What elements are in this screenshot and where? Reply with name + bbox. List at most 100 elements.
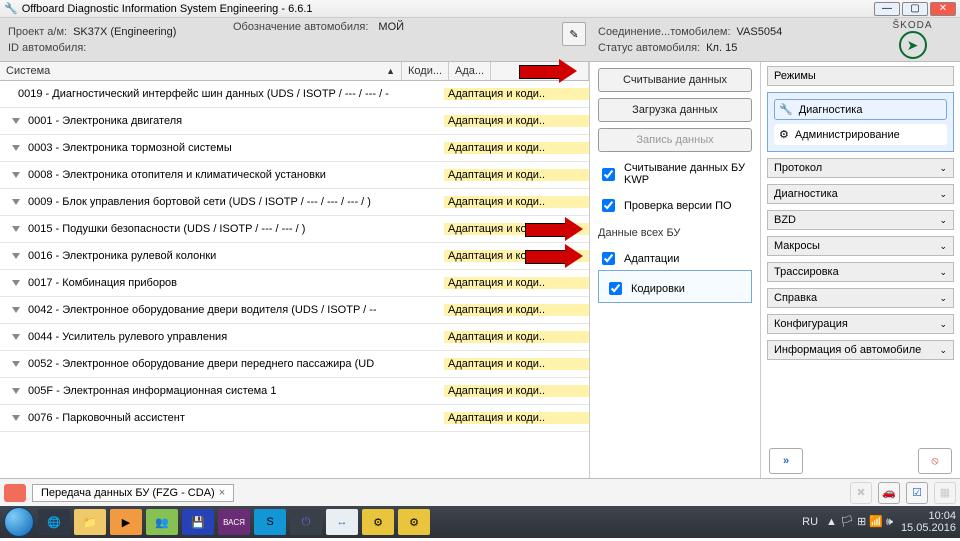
expand-icon xyxy=(12,415,20,421)
chevron-down-icon: ⌄ xyxy=(939,319,947,330)
section-vehicle-info[interactable]: Информация об автомобиле⌄ xyxy=(767,340,954,360)
section-bzd[interactable]: BZD⌄ xyxy=(767,210,954,230)
mode-diagnostics-label: Диагностика xyxy=(799,104,863,116)
stop-button[interactable]: ⦸ xyxy=(918,448,952,474)
window-minimize-button[interactable]: — xyxy=(874,2,900,16)
tray-time[interactable]: 10:04 xyxy=(928,510,956,522)
taskbar-ie[interactable]: 🌐 xyxy=(38,509,70,535)
expand-icon xyxy=(12,280,20,286)
read-data-button[interactable]: Считывание данных xyxy=(598,68,752,92)
modes-box: 🔧 Диагностика ⚙ Администрирование xyxy=(767,92,954,152)
checkbox-adaptations-input[interactable] xyxy=(602,252,615,265)
section-help[interactable]: Справка⌄ xyxy=(767,288,954,308)
table-row[interactable]: 0019 - Диагностический интерфейс шин дан… xyxy=(0,81,589,108)
table-row[interactable]: 0003 - Электроника тормозной системыАдап… xyxy=(0,135,589,162)
col-coding-header[interactable]: Коди... xyxy=(402,62,449,80)
table-row[interactable]: 0017 - Комбинация приборовАдаптация и ко… xyxy=(0,270,589,297)
section-protocol-label: Протокол xyxy=(774,162,822,174)
checkbox-version-label: Проверка версии ПО xyxy=(624,200,732,212)
vehicle-status-value: Кл. 15 xyxy=(706,42,737,54)
taskbar-vasya[interactable]: ВАСЯ xyxy=(218,509,250,535)
next-button[interactable]: » xyxy=(769,448,803,474)
expand-icon xyxy=(12,253,20,259)
table-row[interactable]: 0044 - Усилитель рулевого управленияАдап… xyxy=(0,324,589,351)
taskbar-media[interactable]: ▶ xyxy=(110,509,142,535)
mode-admin[interactable]: ⚙ Администрирование xyxy=(774,124,947,145)
system-cell: 0044 - Усилитель рулевого управления xyxy=(0,331,402,343)
section-macros[interactable]: Макросы⌄ xyxy=(767,236,954,256)
section-protocol[interactable]: Протокол⌄ xyxy=(767,158,954,178)
stop-icon: ⦸ xyxy=(931,455,938,468)
connection-value: VAS5054 xyxy=(737,26,783,38)
header-panel: Проект а/м: SK37X (Engineering) ID автомо… xyxy=(0,18,960,62)
table-row[interactable]: 0009 - Блок управления бортовой сети (UD… xyxy=(0,189,589,216)
tray-flag-icon[interactable]: ▲ 🏳 ⊞ 📶 🕪 xyxy=(826,515,893,529)
car-diag-icon-button[interactable]: 🚗 xyxy=(878,482,900,504)
table-row[interactable]: 0052 - Электронное оборудование двери пе… xyxy=(0,351,589,378)
checkbox-kwp-input[interactable] xyxy=(602,168,615,181)
taskbar-skype[interactable]: S xyxy=(254,509,286,535)
chevron-down-icon: ⌄ xyxy=(939,267,947,278)
table-row[interactable]: 0076 - Парковочный ассистентАдаптация и … xyxy=(0,405,589,432)
section-diagnostics[interactable]: Диагностика ⌄ xyxy=(767,184,954,204)
taskbar-explorer[interactable]: 📁 xyxy=(74,509,106,535)
project-value: SK37X (Engineering) xyxy=(73,26,176,38)
edit-vehicle-button[interactable]: ✎ xyxy=(562,22,586,46)
all-ecu-group-label: Данные всех БУ xyxy=(598,227,752,239)
checkbox-version-input[interactable] xyxy=(602,199,615,212)
taskbar-teamviewer[interactable]: ↔ xyxy=(326,509,358,535)
section-config[interactable]: Конфигурация⌄ xyxy=(767,314,954,334)
project-label: Проект а/м: xyxy=(8,26,67,38)
checkbox-kwp[interactable]: Считывание данных БУ KWP xyxy=(598,162,752,186)
checkbox-version[interactable]: Проверка версии ПО xyxy=(598,196,752,215)
system-cell: 0052 - Электронное оборудование двери пе… xyxy=(0,358,402,370)
section-diagnostics-label: Диагностика xyxy=(774,188,838,200)
windows-taskbar: 🌐 📁 ▶ 👥 💾 ВАСЯ S ⏻ ↔ ⚙ ⚙ RU ▲ 🏳 ⊞ 📶 🕪 10… xyxy=(0,506,960,538)
table-row[interactable]: 005F - Электронная информационная систем… xyxy=(0,378,589,405)
taskbar-power[interactable]: ⏻ xyxy=(290,509,322,535)
save-data-button[interactable]: Запись данных xyxy=(598,128,752,152)
checkbox-codings-input[interactable] xyxy=(609,282,622,295)
wrench-icon: 🔧 xyxy=(779,103,793,116)
table-row[interactable]: 0016 - Электроника рулевой колонкиАдапта… xyxy=(0,243,589,270)
adapt-cell: Адаптация и коди.. xyxy=(444,250,589,262)
col-system-header[interactable]: Система ▲ xyxy=(0,62,402,80)
tab-data-transfer[interactable]: Передача данных БУ (FZG - CDA) × xyxy=(32,484,234,502)
table-row[interactable]: 0001 - Электроника двигателяАдаптация и … xyxy=(0,108,589,135)
checkbox-codings[interactable]: Кодировки xyxy=(605,279,745,298)
actions-panel: Считывание данных Загрузка данных Запись… xyxy=(590,62,760,478)
mode-admin-label: Администрирование xyxy=(795,129,900,141)
load-data-button[interactable]: Загрузка данных xyxy=(598,98,752,122)
start-button[interactable] xyxy=(4,507,34,537)
tab-label: Передача данных БУ (FZG - CDA) xyxy=(41,487,215,499)
taskbar-floppy[interactable]: 💾 xyxy=(182,509,214,535)
chevron-down-icon: ⌄ xyxy=(939,189,947,200)
chevron-down-icon: ⌄ xyxy=(939,215,947,226)
window-maximize-button[interactable]: ▢ xyxy=(902,2,928,16)
taskbar-msn[interactable]: 👥 xyxy=(146,509,178,535)
table-row[interactable]: 0042 - Электронное оборудование двери во… xyxy=(0,297,589,324)
table-row[interactable]: 0015 - Подушки безопасности (UDS / ISOTP… xyxy=(0,216,589,243)
system-cell: 0042 - Электронное оборудование двери во… xyxy=(0,304,402,316)
mode-diagnostics[interactable]: 🔧 Диагностика xyxy=(774,99,947,120)
system-cell: 0008 - Электроника отопителя и климатиче… xyxy=(0,169,402,181)
vehicle-id-label: ID автомобиля: xyxy=(8,42,86,54)
window-close-button[interactable]: ✕ xyxy=(930,2,956,16)
tray-date[interactable]: 15.05.2016 xyxy=(901,522,956,534)
taskbar-odis-2[interactable]: ⚙ xyxy=(398,509,430,535)
annotation-arrow-icon xyxy=(519,59,579,83)
close-tab-button[interactable]: × xyxy=(219,487,225,499)
col-adapt-header[interactable]: Ада... xyxy=(449,62,491,80)
car-diag-icon: 🚗 xyxy=(882,486,896,499)
checklist-icon-button[interactable]: ☑ xyxy=(906,482,928,504)
taskbar-odis-1[interactable]: ⚙ xyxy=(362,509,394,535)
checkbox-adaptations-label: Адаптации xyxy=(624,253,679,265)
section-trace[interactable]: Трассировка ⌄ xyxy=(767,262,954,282)
tray-lang[interactable]: RU xyxy=(802,516,818,528)
delete-icon-button[interactable]: ✖ xyxy=(850,482,872,504)
grid-icon-button[interactable]: ▦ xyxy=(934,482,956,504)
section-trace-label: Трассировка xyxy=(774,266,839,278)
modes-header: Режимы xyxy=(767,66,954,86)
table-row[interactable]: 0008 - Электроника отопителя и климатиче… xyxy=(0,162,589,189)
checkbox-adaptations[interactable]: Адаптации xyxy=(598,249,752,268)
